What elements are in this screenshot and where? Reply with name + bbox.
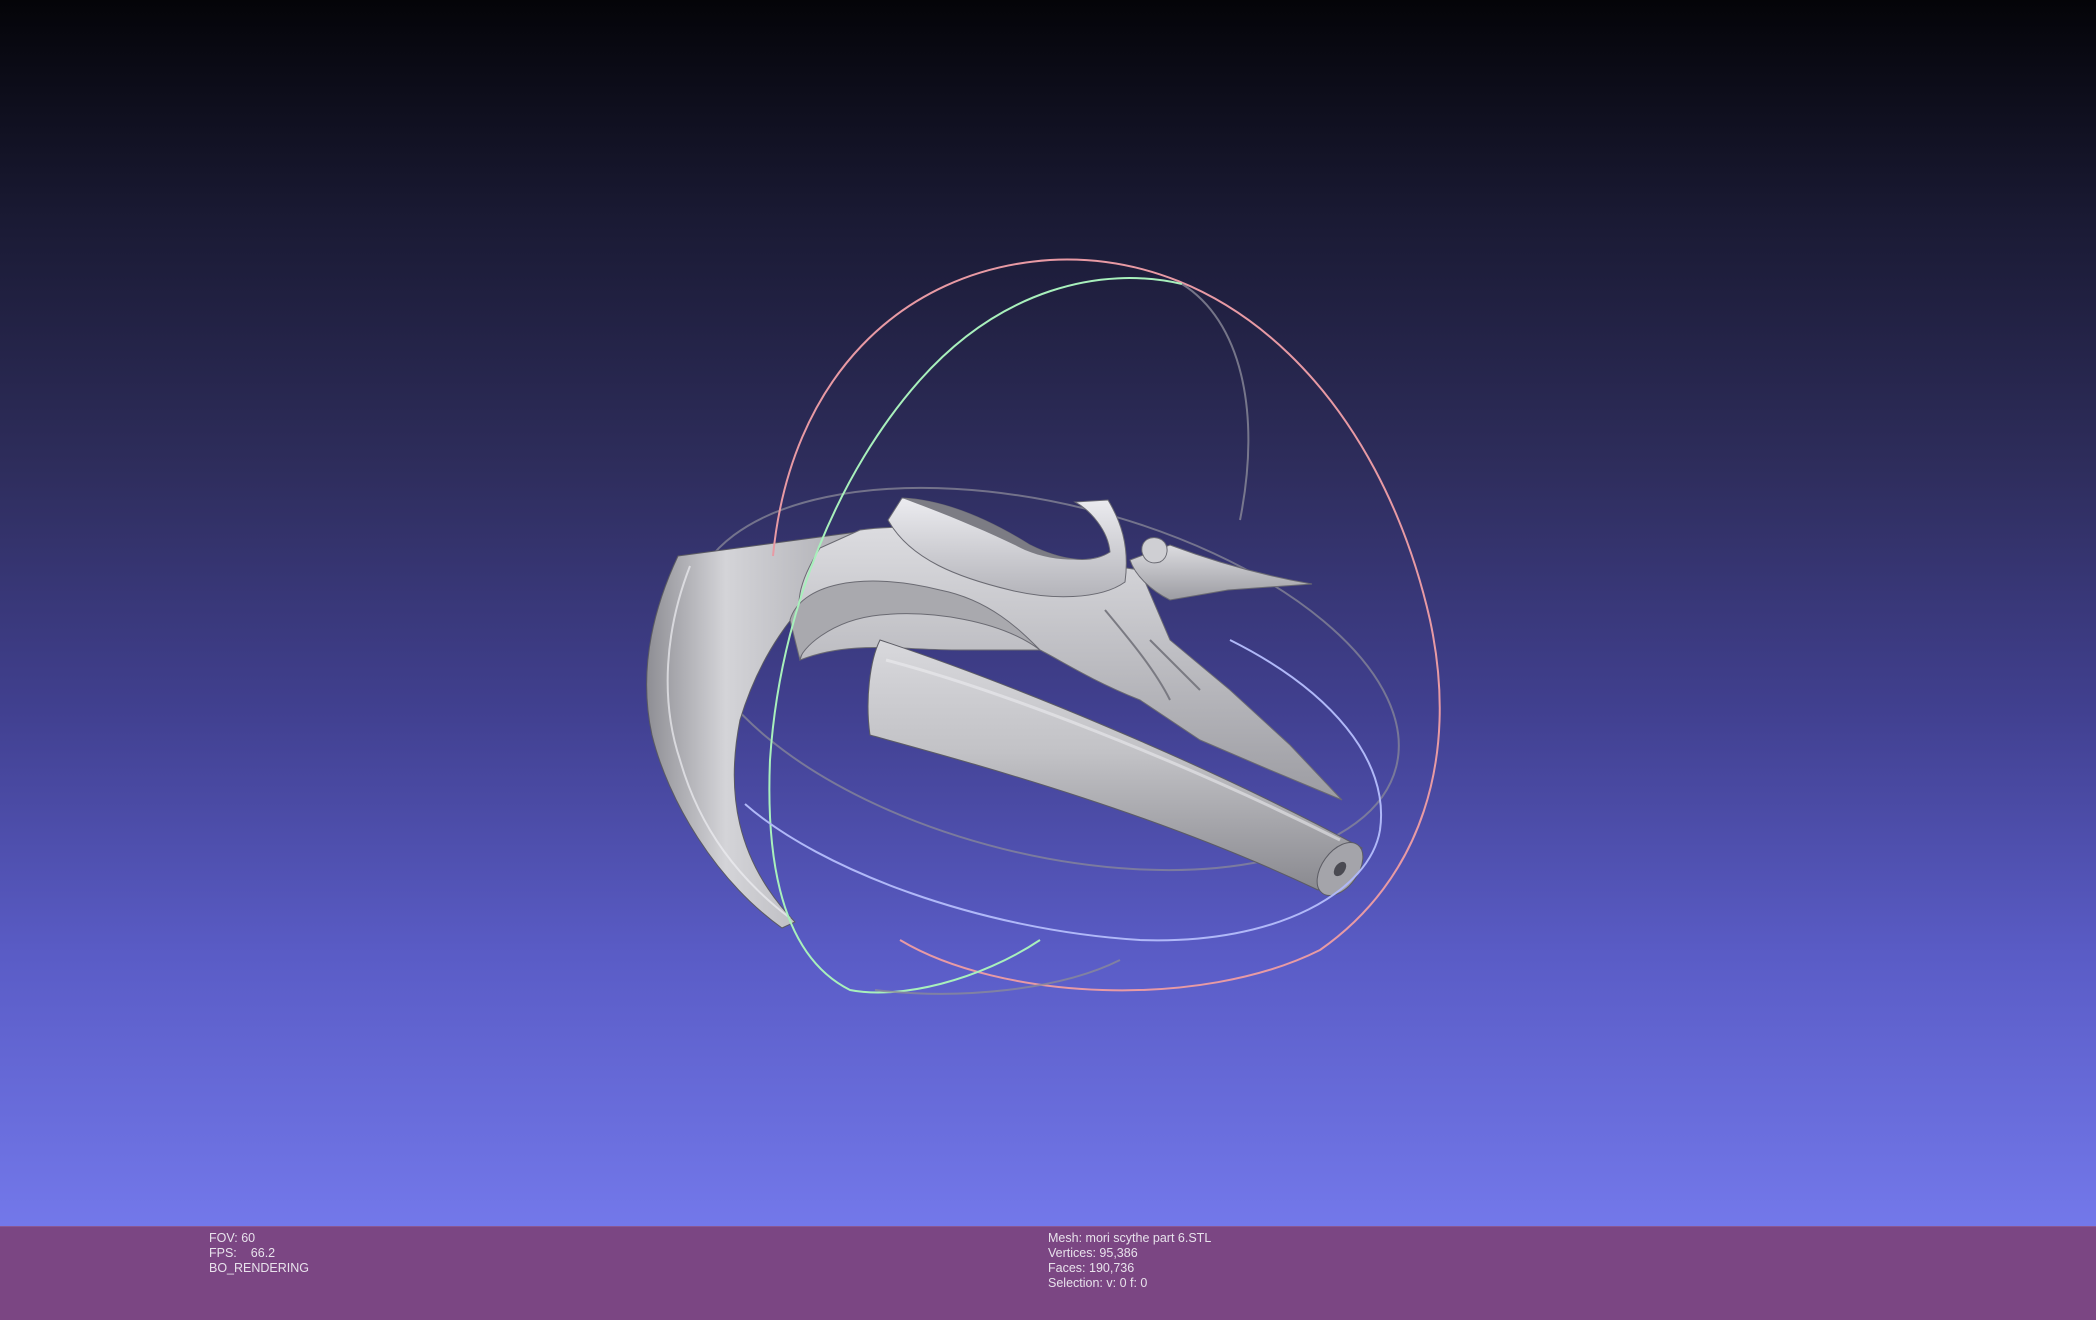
fps-value: 66.2 [250, 1246, 276, 1260]
selection-line: Selection: v: 0 f: 0 [1048, 1276, 1211, 1291]
mesh-info-panel: Mesh: mori scythe part 6.STL Vertices: 9… [1048, 1231, 1211, 1291]
faces-label: Faces: [1048, 1261, 1086, 1275]
vertices-line: Vertices: 95,386 [1048, 1246, 1211, 1261]
info-bar: FOV: 60 FPS: 66.2 BO_RENDERING Mesh: mori… [0, 1226, 2096, 1320]
mesh-label: Mesh: [1048, 1231, 1083, 1245]
selection-value: v: 0 f: 0 [1106, 1276, 1148, 1290]
faces-value: 190,736 [1089, 1261, 1135, 1275]
fps-line: FPS: 66.2 [209, 1246, 309, 1261]
render-info-panel: FOV: 60 FPS: 66.2 BO_RENDERING [209, 1231, 309, 1276]
selection-label: Selection: [1048, 1276, 1103, 1290]
3d-viewport[interactable] [0, 0, 2096, 1226]
mesh-line: Mesh: mori scythe part 6.STL [1048, 1231, 1211, 1246]
fov-value: 60 [241, 1231, 256, 1245]
vertices-label: Vertices: [1048, 1246, 1096, 1260]
mesh-name: mori scythe part 6.STL [1085, 1231, 1212, 1245]
fov-label: FOV: [209, 1231, 238, 1245]
scene-canvas[interactable] [0, 0, 2096, 1226]
render-mode: BO_RENDERING [209, 1261, 310, 1275]
meshlab-viewer: FOV: 60 FPS: 66.2 BO_RENDERING Mesh: mori… [0, 0, 2096, 1320]
fps-label: FPS: [209, 1246, 237, 1260]
spike-knob [1141, 537, 1168, 564]
fov-line: FOV: 60 [209, 1231, 309, 1246]
scythe-mesh[interactable] [646, 497, 1373, 929]
faces-line: Faces: 190,736 [1048, 1261, 1211, 1276]
vertices-value: 95,386 [1099, 1246, 1138, 1260]
